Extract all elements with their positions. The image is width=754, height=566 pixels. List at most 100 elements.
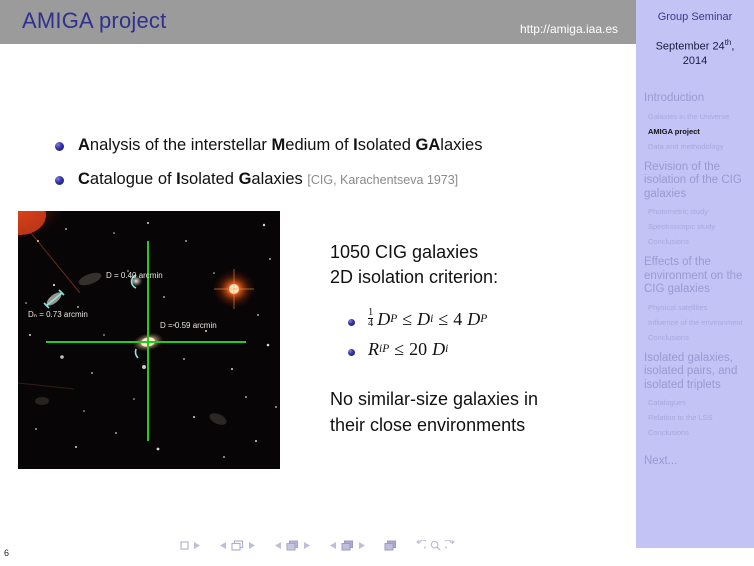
criterion-list: 1 4 D P ≤ Di ≤4 D P RiP ≤20 Di bbox=[348, 304, 630, 364]
next-frame-icon[interactable] bbox=[193, 541, 201, 550]
sidebar-section-introduction[interactable]: Introduction bbox=[636, 92, 754, 106]
sidebar-toc: Introduction Galaxies in the Universe AM… bbox=[636, 92, 754, 469]
bullet-sphere-icon bbox=[348, 348, 355, 356]
list-item: Catalogue of Isolated Galaxies [CIG, Kar… bbox=[55, 170, 458, 189]
figure-label-dj: D = 0.40 arcmin bbox=[106, 271, 163, 280]
first-slide-icon[interactable] bbox=[180, 540, 189, 550]
bullet1-g: GA bbox=[415, 136, 441, 154]
next-subsection-icon[interactable] bbox=[303, 541, 311, 550]
formula1-dp1-sub: P bbox=[390, 313, 398, 325]
sidebar-date-comma: , bbox=[731, 40, 735, 53]
figure-label-dp: D = 0.59 arcmin bbox=[160, 321, 217, 330]
formula1-di: D bbox=[417, 308, 431, 329]
list-item: Analysis of the interstellar Medium of I… bbox=[55, 136, 482, 155]
bullet2-d: solated bbox=[180, 170, 239, 188]
formula1-dp2-sub: P bbox=[480, 313, 488, 325]
prev-section-icon[interactable] bbox=[329, 541, 337, 550]
galaxy-field-image: D = 0.40 arcmin Dₙ = 0.73 arcmin D = 0.5… bbox=[18, 211, 280, 469]
closing-statement: No similar-size galaxies in their close … bbox=[330, 386, 630, 438]
sidebar-item-relation-to-the-lss[interactable]: Relation to the LSS bbox=[636, 413, 754, 422]
nav-group-frame bbox=[180, 540, 201, 550]
search-icon[interactable] bbox=[430, 540, 441, 551]
next-section-icon[interactable] bbox=[358, 541, 366, 550]
back-icon[interactable] bbox=[415, 539, 426, 551]
formula1-coef: 4 bbox=[453, 308, 463, 329]
formula2-d-sub: i bbox=[445, 343, 449, 355]
page-title: AMIGA project bbox=[22, 8, 167, 33]
sidebar-date: September 24th, 2014 bbox=[636, 36, 754, 68]
formula-diameter-ratio: 1 4 D P ≤ Di ≤4 D P bbox=[368, 306, 488, 330]
formula1-dp2: D bbox=[467, 308, 481, 329]
nav-group-history bbox=[415, 539, 456, 551]
fraction-numerator: 1 bbox=[368, 306, 374, 318]
formula2-op: ≤ bbox=[394, 338, 405, 359]
header-divider bbox=[0, 44, 636, 48]
formula1-op1: ≤ bbox=[402, 308, 413, 329]
galaxy-count-line: 1050 CIG galaxies bbox=[330, 242, 479, 262]
bullet-text-amiga-expansion: Analysis of the interstellar Medium of I… bbox=[78, 136, 482, 155]
bullet1-d: edium of bbox=[285, 136, 354, 154]
isolation-criterion-heading: 2D isolation criterion: bbox=[330, 267, 499, 287]
project-url[interactable]: http://amiga.iaa.es bbox=[520, 22, 618, 36]
nav-group-section bbox=[329, 540, 366, 551]
formula2-coef: 20 bbox=[409, 338, 428, 359]
bullet2-e: G bbox=[238, 170, 252, 188]
sidebar-item-conclusions-revision[interactable]: Conclusions bbox=[636, 237, 754, 246]
sidebar-date-year: 2014 bbox=[682, 54, 708, 67]
formula-distance-ratio: RiP ≤20 Di bbox=[368, 339, 448, 360]
bullet1-c: M bbox=[271, 136, 286, 154]
document-icon[interactable] bbox=[384, 540, 397, 551]
sidebar-item-photometric-study[interactable]: Photometric study bbox=[636, 207, 754, 216]
bullet1-b: nalysis of the interstellar bbox=[89, 136, 272, 154]
bullet-sphere-icon bbox=[55, 142, 64, 151]
prev-subsection-icon[interactable] bbox=[274, 541, 282, 550]
formula2-d: D bbox=[432, 338, 446, 359]
figure-label-di: Dₙ = 0.73 arcmin bbox=[28, 310, 88, 319]
formula1-di-sub: i bbox=[430, 313, 434, 325]
slide-header-bar: AMIGA project http://amiga.iaa.es bbox=[0, 0, 636, 44]
bullet-sphere-icon bbox=[55, 176, 64, 185]
forward-icon[interactable] bbox=[445, 539, 456, 551]
bullet1-h: laxies bbox=[440, 136, 483, 154]
sidebar-section-effects-environment[interactable]: Effects of the environment on the CIG ga… bbox=[636, 256, 754, 297]
bullet-text-cig-catalogue: Catalogue of Isolated Galaxies [CIG, Kar… bbox=[78, 170, 458, 189]
criterion-text-block: 1050 CIG galaxies 2D isolation criterion… bbox=[330, 240, 630, 438]
sidebar-item-amiga-project[interactable]: AMIGA project bbox=[636, 127, 754, 136]
sidebar-item-influence-of-the-environment[interactable]: Influence of the environment bbox=[636, 318, 754, 327]
sidebar-section-revision-isolation[interactable]: Revision of the isolation of the CIG gal… bbox=[636, 161, 754, 202]
bullet2-f: alaxies bbox=[251, 170, 303, 188]
formula2-r: R bbox=[368, 338, 379, 359]
sidebar-date-month-day: September 24 bbox=[655, 40, 725, 53]
sidebar-item-galaxies-in-the-universe[interactable]: Galaxies in the Universe bbox=[636, 112, 754, 121]
sidebar-item-conclusions-effects[interactable]: Conclusions bbox=[636, 333, 754, 342]
bullet1-a: A bbox=[78, 136, 90, 154]
formula1-op2: ≤ bbox=[438, 308, 449, 329]
section-icon[interactable] bbox=[341, 540, 354, 551]
sidebar-item-catalogues[interactable]: Catalogues bbox=[636, 398, 754, 407]
bullet2-a: C bbox=[78, 170, 90, 188]
slide-icon[interactable] bbox=[231, 539, 244, 551]
sidebar-item-physical-satellites[interactable]: Physical satellites bbox=[636, 303, 754, 312]
bullet-sphere-icon bbox=[348, 318, 355, 326]
formula2-r-sub: iP bbox=[379, 343, 390, 355]
closing-line-2: their close environments bbox=[330, 415, 526, 435]
formula1-dp1: D bbox=[377, 308, 391, 329]
navigation-sidebar: Group Seminar September 24th, 2014 Intro… bbox=[636, 0, 754, 548]
sidebar-item-spectroscopic-study[interactable]: Spectroscopic study bbox=[636, 222, 754, 231]
bullet2-b: atalogue of bbox=[89, 170, 177, 188]
next-slide-icon[interactable] bbox=[248, 541, 256, 550]
nav-group-subsection bbox=[274, 540, 311, 551]
prev-slide-icon[interactable] bbox=[219, 541, 227, 550]
fraction-denominator: 4 bbox=[368, 317, 374, 329]
list-item: 1 4 D P ≤ Di ≤4 D P bbox=[348, 304, 630, 334]
beamer-navigation-bar bbox=[0, 532, 636, 558]
nav-group-slide bbox=[219, 539, 256, 551]
sidebar-section-isolated-galaxies-pairs-triplets[interactable]: Isolated galaxies, isolated pairs, and i… bbox=[636, 352, 754, 393]
sidebar-item-conclusions-isolated[interactable]: Conclusions bbox=[636, 428, 754, 437]
sidebar-item-data-and-methodology[interactable]: Data and methodology bbox=[636, 142, 754, 151]
subsection-icon[interactable] bbox=[286, 540, 299, 551]
sidebar-section-next[interactable]: Next... bbox=[636, 455, 754, 469]
fraction-one-quarter: 1 4 bbox=[368, 306, 374, 329]
list-item: RiP ≤20 Di bbox=[348, 334, 630, 364]
bullet1-f: solated bbox=[357, 136, 416, 154]
